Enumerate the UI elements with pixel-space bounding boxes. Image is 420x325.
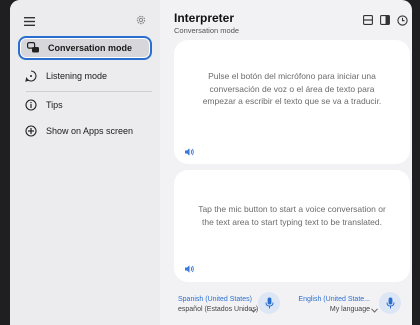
speaker-icon[interactable] bbox=[184, 144, 196, 156]
language-name: Spanish (United States) bbox=[178, 296, 252, 303]
page-title: Interpreter bbox=[174, 11, 235, 25]
menu-icon[interactable] bbox=[22, 14, 36, 28]
language-selector-right[interactable]: English (United State... My language bbox=[298, 295, 370, 315]
sidebar-divider bbox=[26, 91, 152, 92]
sidebar-item-show-on-apps-screen[interactable]: Show on Apps screen bbox=[18, 119, 152, 143]
info-icon bbox=[24, 98, 38, 112]
sidebar-item-tips[interactable]: Tips bbox=[18, 93, 152, 117]
sidebar-item-conversation-mode[interactable]: Conversation mode bbox=[18, 36, 152, 60]
prompt-text-english: Tap the mic button to start a voice conv… bbox=[198, 204, 386, 227]
language-name: English (United State... bbox=[298, 296, 370, 303]
chevron-down-icon[interactable] bbox=[250, 300, 258, 313]
page-subtitle: Conversation mode bbox=[174, 26, 240, 35]
mic-icon bbox=[265, 297, 273, 309]
settings-icon[interactable] bbox=[134, 13, 148, 27]
speaker-icon[interactable] bbox=[184, 261, 196, 273]
interpreter-window: Conversation mode Listening mode Tips Sh… bbox=[10, 0, 412, 325]
add-circle-icon bbox=[24, 124, 38, 138]
mic-button-left[interactable] bbox=[258, 292, 280, 314]
history-icon[interactable] bbox=[396, 14, 408, 26]
sidebar: Conversation mode Listening mode Tips Sh… bbox=[10, 0, 160, 325]
side-panel-icon[interactable] bbox=[379, 14, 391, 26]
translation-area-top[interactable]: Pulse el botón del micrófono para inicia… bbox=[174, 40, 410, 164]
sidebar-item-label: Tips bbox=[46, 100, 63, 110]
mic-button-right[interactable] bbox=[379, 292, 401, 314]
language-native-name: My language bbox=[329, 306, 370, 313]
conversation-icon bbox=[26, 41, 40, 55]
sidebar-item-label: Conversation mode bbox=[48, 43, 133, 53]
mic-icon bbox=[386, 297, 394, 309]
chevron-down-icon[interactable] bbox=[371, 300, 379, 313]
listening-icon bbox=[24, 69, 38, 83]
language-native-name: español (Estados Unidos) bbox=[178, 306, 259, 313]
sidebar-item-label: Listening mode bbox=[46, 71, 108, 81]
sidebar-item-listening-mode[interactable]: Listening mode bbox=[18, 64, 152, 88]
translation-area-bottom[interactable]: Tap the mic button to start a voice conv… bbox=[174, 170, 410, 282]
main-panel: Interpreter Conversation mode Pulse el b… bbox=[160, 0, 412, 325]
prompt-text-spanish: Pulse el botón del micrófono para inicia… bbox=[202, 71, 382, 106]
sidebar-item-label: Show on Apps screen bbox=[46, 126, 134, 136]
split-view-icon[interactable] bbox=[362, 14, 374, 26]
language-selector-left[interactable]: Spanish (United States) español (Estados… bbox=[178, 295, 259, 315]
